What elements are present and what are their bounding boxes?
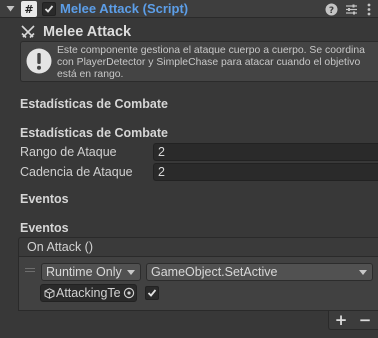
- remove-listener-button[interactable]: −: [355, 311, 375, 329]
- events-header-label: Eventos: [20, 192, 69, 206]
- setactive-argument-checkbox[interactable]: [145, 286, 159, 300]
- function-value: GameObject.SetActive: [151, 265, 278, 279]
- help-text: Este componente gestiona el ataque cuerp…: [57, 45, 365, 80]
- function-dropdown[interactable]: GameObject.SetActive: [146, 263, 373, 281]
- drag-handle-icon[interactable]: [25, 268, 35, 272]
- chevron-down-icon: [127, 270, 135, 275]
- runtime-mode-dropdown[interactable]: Runtime Only: [41, 263, 141, 281]
- inspector-panel: # Melee Attack (Script) ? Melee Attack E…: [0, 0, 378, 338]
- gameobject-cube-icon: [44, 288, 55, 299]
- stats-section-label: Estadísticas de Combate: [20, 126, 168, 140]
- on-attack-event: On Attack () Runtime Only GameObject.Set…: [18, 237, 378, 330]
- crossed-swords-icon: [21, 25, 35, 39]
- object-picker-icon[interactable]: [123, 287, 135, 299]
- attack-rate-label: Cadencia de Ataque: [20, 165, 133, 179]
- runtime-mode-value: Runtime Only: [46, 265, 122, 279]
- add-listener-button[interactable]: +: [331, 311, 351, 329]
- attack-rate-field[interactable]: 2: [153, 163, 378, 181]
- target-object-name: AttackingTe: [56, 286, 121, 300]
- presets-icon[interactable]: [344, 2, 358, 16]
- attack-range-field[interactable]: 2: [153, 143, 378, 161]
- info-exclamation-icon: [26, 48, 52, 74]
- help-icon[interactable]: ?: [324, 2, 338, 16]
- help-box: Este componente gestiona el ataque cuerp…: [20, 41, 378, 82]
- target-object-field[interactable]: AttackingTe: [40, 284, 137, 302]
- stats-header-label: Estadísticas de Combate: [20, 97, 168, 111]
- checkmark-icon: [147, 289, 157, 297]
- checkmark-icon: [44, 5, 54, 13]
- svg-text:?: ?: [328, 6, 333, 16]
- attack-range-label: Rango de Ataque: [20, 145, 117, 159]
- script-icon: #: [21, 1, 37, 17]
- inspector-title: Melee Attack: [43, 24, 132, 40]
- event-header: On Attack (): [18, 237, 378, 257]
- component-enabled-checkbox[interactable]: [42, 2, 56, 16]
- more-menu-icon[interactable]: [362, 2, 376, 16]
- inspector-title-row: Melee Attack: [20, 22, 131, 42]
- events-section-label: Eventos: [20, 221, 69, 235]
- foldout-arrow-icon[interactable]: [6, 4, 15, 13]
- event-list-footer: + −: [328, 311, 378, 330]
- component-title: Melee Attack (Script): [60, 1, 189, 16]
- component-header[interactable]: # Melee Attack (Script) ?: [0, 0, 378, 18]
- chevron-down-icon: [359, 270, 367, 275]
